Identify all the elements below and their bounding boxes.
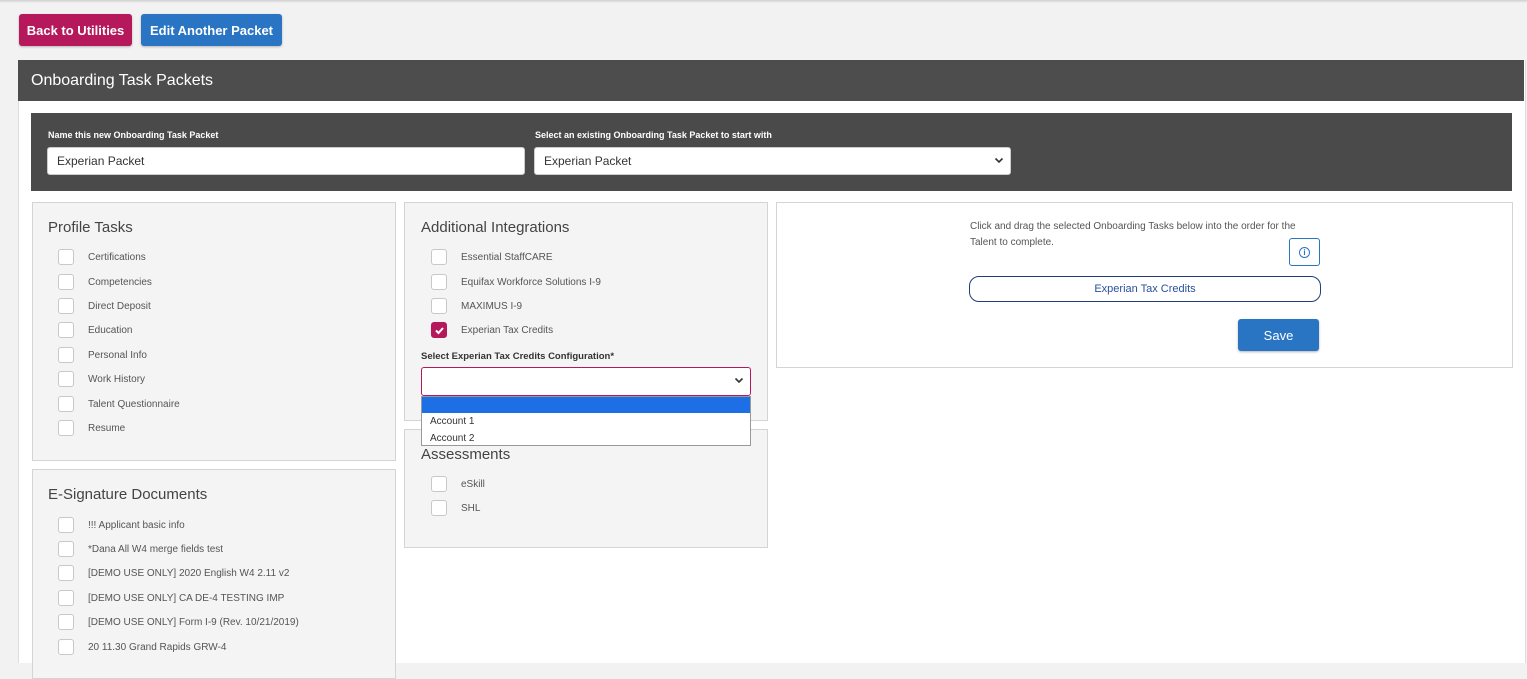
checkbox[interactable] [58,371,74,387]
assessment-item[interactable]: eSkill [431,476,485,492]
integration-label: Experian Tax Credits [461,324,554,336]
checkbox[interactable] [58,347,74,363]
profile-task-label: Personal Info [88,349,147,361]
info-button[interactable]: i [1289,238,1320,266]
integration-item[interactable]: Equifax Workforce Solutions I-9 [431,274,601,290]
profile-task-item[interactable]: Resume [58,420,125,436]
esignature-label: !!! Applicant basic info [88,519,185,531]
profile-task-label: Talent Questionnaire [88,398,180,410]
esignature-item[interactable]: !!! Applicant basic info [58,517,185,533]
checkbox[interactable] [431,500,447,516]
integration-label: MAXIMUS I-9 [461,300,523,312]
esignature-item[interactable]: 20 11.30 Grand Rapids GRW-4 [58,639,226,655]
profile-task-label: Resume [88,422,126,434]
top-shadow [0,0,1527,3]
checkbox[interactable] [431,298,447,314]
checkbox[interactable] [58,420,74,436]
checkbox[interactable] [58,614,74,630]
esignature-label: [DEMO USE ONLY] 2020 English W4 2.11 v2 [88,567,290,579]
checkbox-checked[interactable] [431,322,447,338]
existing-packet-label: Select an existing Onboarding Task Packe… [535,130,772,140]
profile-tasks-panel: Profile Tasks Certifications Competencie… [32,202,396,461]
esignature-panel: E-Signature Documents !!! Applicant basi… [32,469,396,679]
dropdown-option[interactable]: Account 1 [422,413,750,430]
profile-task-item[interactable]: Competencies [58,274,152,290]
profile-task-item[interactable]: Direct Deposit [58,298,151,314]
checkbox[interactable] [58,249,74,265]
esignature-item[interactable]: [DEMO USE ONLY] Form I-9 (Rev. 10/21/201… [58,614,299,630]
esignature-title: E-Signature Documents [48,486,208,503]
checkbox[interactable] [431,476,447,492]
checkbox[interactable] [58,565,74,581]
checkbox[interactable] [58,274,74,290]
profile-task-label: Competencies [88,276,152,288]
packet-name-input[interactable]: Experian Packet [47,147,525,175]
checkbox[interactable] [431,274,447,290]
profile-task-item[interactable]: Work History [58,371,145,387]
info-icon: i [1299,246,1310,258]
config-select[interactable] [421,367,751,396]
checkbox[interactable] [58,396,74,412]
save-button[interactable]: Save [1238,319,1319,351]
config-select-label: Select Experian Tax Credits Configuratio… [421,351,615,362]
order-instructions: Click and drag the selected Onboarding T… [970,221,1296,248]
additional-integrations-title: Additional Integrations [421,219,570,236]
integration-item[interactable]: MAXIMUS I-9 [431,298,522,314]
chevron-down-icon [994,155,1004,168]
checkbox[interactable] [58,639,74,655]
profile-task-label: Work History [88,373,146,385]
esignature-label: *Dana All W4 merge fields test [88,543,224,555]
esignature-item[interactable]: [DEMO USE ONLY] 2020 English W4 2.11 v2 [58,565,289,581]
esignature-item[interactable]: *Dana All W4 merge fields test [58,541,223,557]
checkbox[interactable] [431,249,447,265]
esignature-label: 20 11.30 Grand Rapids GRW-4 [88,641,227,653]
profile-task-label: Education [88,324,133,336]
checkmark-icon [434,326,444,334]
assessment-label: eSkill [461,478,485,490]
assessment-item[interactable]: SHL [431,500,480,516]
existing-packet-value: Experian Packet [544,154,632,168]
selected-task-draggable[interactable]: Experian Tax Credits [969,276,1321,302]
checkbox[interactable] [58,517,74,533]
chevron-down-icon [734,375,744,388]
existing-packet-select[interactable]: Experian Packet [534,147,1011,175]
checkbox[interactable] [58,541,74,557]
packet-form-bar: Name this new Onboarding Task Packet Exp… [31,113,1512,191]
profile-task-label: Certifications [88,251,146,263]
profile-task-item[interactable]: Certifications [58,249,146,265]
profile-task-label: Direct Deposit [88,300,151,312]
profile-task-item[interactable]: Education [58,322,132,338]
dropdown-option-blank[interactable] [422,397,750,413]
esignature-item[interactable]: [DEMO USE ONLY] CA DE-4 TESTING IMP [58,590,284,606]
assessment-label: SHL [461,502,481,514]
profile-task-item[interactable]: Personal Info [58,347,147,363]
integration-item[interactable]: Experian Tax Credits [431,322,553,338]
checkbox[interactable] [58,322,74,338]
page-title: Onboarding Task Packets [18,60,1524,101]
edit-another-packet-button[interactable]: Edit Another Packet [141,14,282,46]
esignature-label: [DEMO USE ONLY] CA DE-4 TESTING IMP [88,592,285,604]
integration-label: Essential StaffCARE [461,251,553,263]
packet-name-label: Name this new Onboarding Task Packet [48,130,219,140]
esignature-label: [DEMO USE ONLY] Form I-9 (Rev. 10/21/201… [88,616,299,628]
integration-label: Equifax Workforce Solutions I-9 [461,276,601,288]
profile-tasks-title: Profile Tasks [48,219,133,236]
checkbox[interactable] [58,590,74,606]
config-dropdown-list: Account 1 Account 2 [421,396,751,446]
integration-item[interactable]: Essential StaffCARE [431,249,553,265]
checkbox[interactable] [58,298,74,314]
dropdown-option[interactable]: Account 2 [422,430,750,447]
profile-task-item[interactable]: Talent Questionnaire [58,396,180,412]
back-to-utilities-button[interactable]: Back to Utilities [19,14,132,46]
assessments-title: Assessments [421,446,511,463]
